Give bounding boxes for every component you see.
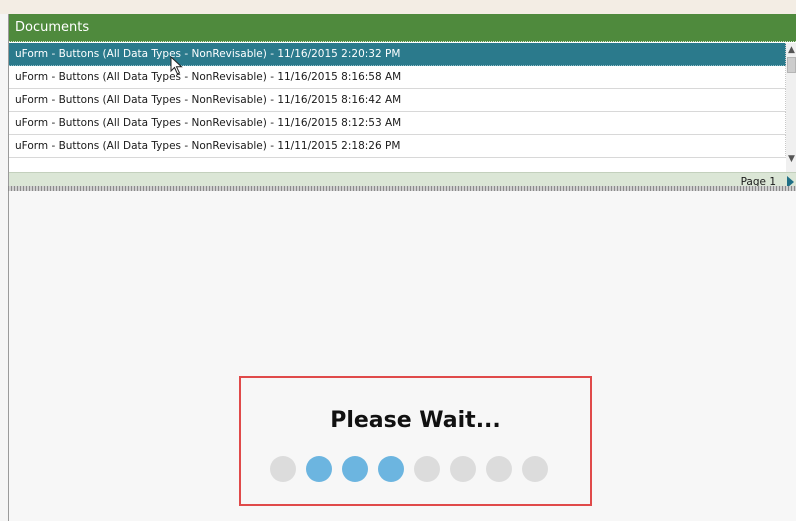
document-list-scrollbar[interactable]: ▲ ▼ bbox=[786, 43, 796, 172]
loading-dot bbox=[378, 456, 404, 482]
pager: Page 1 bbox=[9, 172, 796, 188]
mouse-cursor-icon bbox=[170, 56, 183, 75]
loading-dot bbox=[306, 456, 332, 482]
scroll-up-icon[interactable]: ▲ bbox=[786, 43, 796, 57]
document-row[interactable]: uForm - Buttons (All Data Types - NonRev… bbox=[9, 66, 786, 89]
loading-dot bbox=[486, 456, 512, 482]
top-strip bbox=[0, 0, 796, 14]
document-row[interactable]: uForm - Buttons (All Data Types - NonRev… bbox=[9, 112, 786, 135]
loading-dot bbox=[270, 456, 296, 482]
please-wait-label: Please Wait... bbox=[330, 408, 501, 433]
loading-dot bbox=[342, 456, 368, 482]
documents-panel: Documents uForm - Buttons (All Data Type… bbox=[8, 14, 796, 188]
loading-dot bbox=[522, 456, 548, 482]
loading-indicator bbox=[270, 456, 560, 482]
panel-header: Documents bbox=[9, 14, 796, 42]
scroll-down-icon[interactable]: ▼ bbox=[786, 152, 796, 166]
document-row[interactable]: uForm - Buttons (All Data Types - NonRev… bbox=[9, 43, 786, 66]
please-wait-dialog: Please Wait... bbox=[239, 376, 592, 506]
loading-dot bbox=[414, 456, 440, 482]
document-list: uForm - Buttons (All Data Types - NonRev… bbox=[9, 43, 786, 172]
document-row[interactable]: uForm - Buttons (All Data Types - NonRev… bbox=[9, 89, 786, 112]
document-row[interactable]: uForm - Buttons (All Data Types - NonRev… bbox=[9, 135, 786, 158]
scrollbar-thumb[interactable] bbox=[787, 57, 796, 73]
loading-dot bbox=[450, 456, 476, 482]
